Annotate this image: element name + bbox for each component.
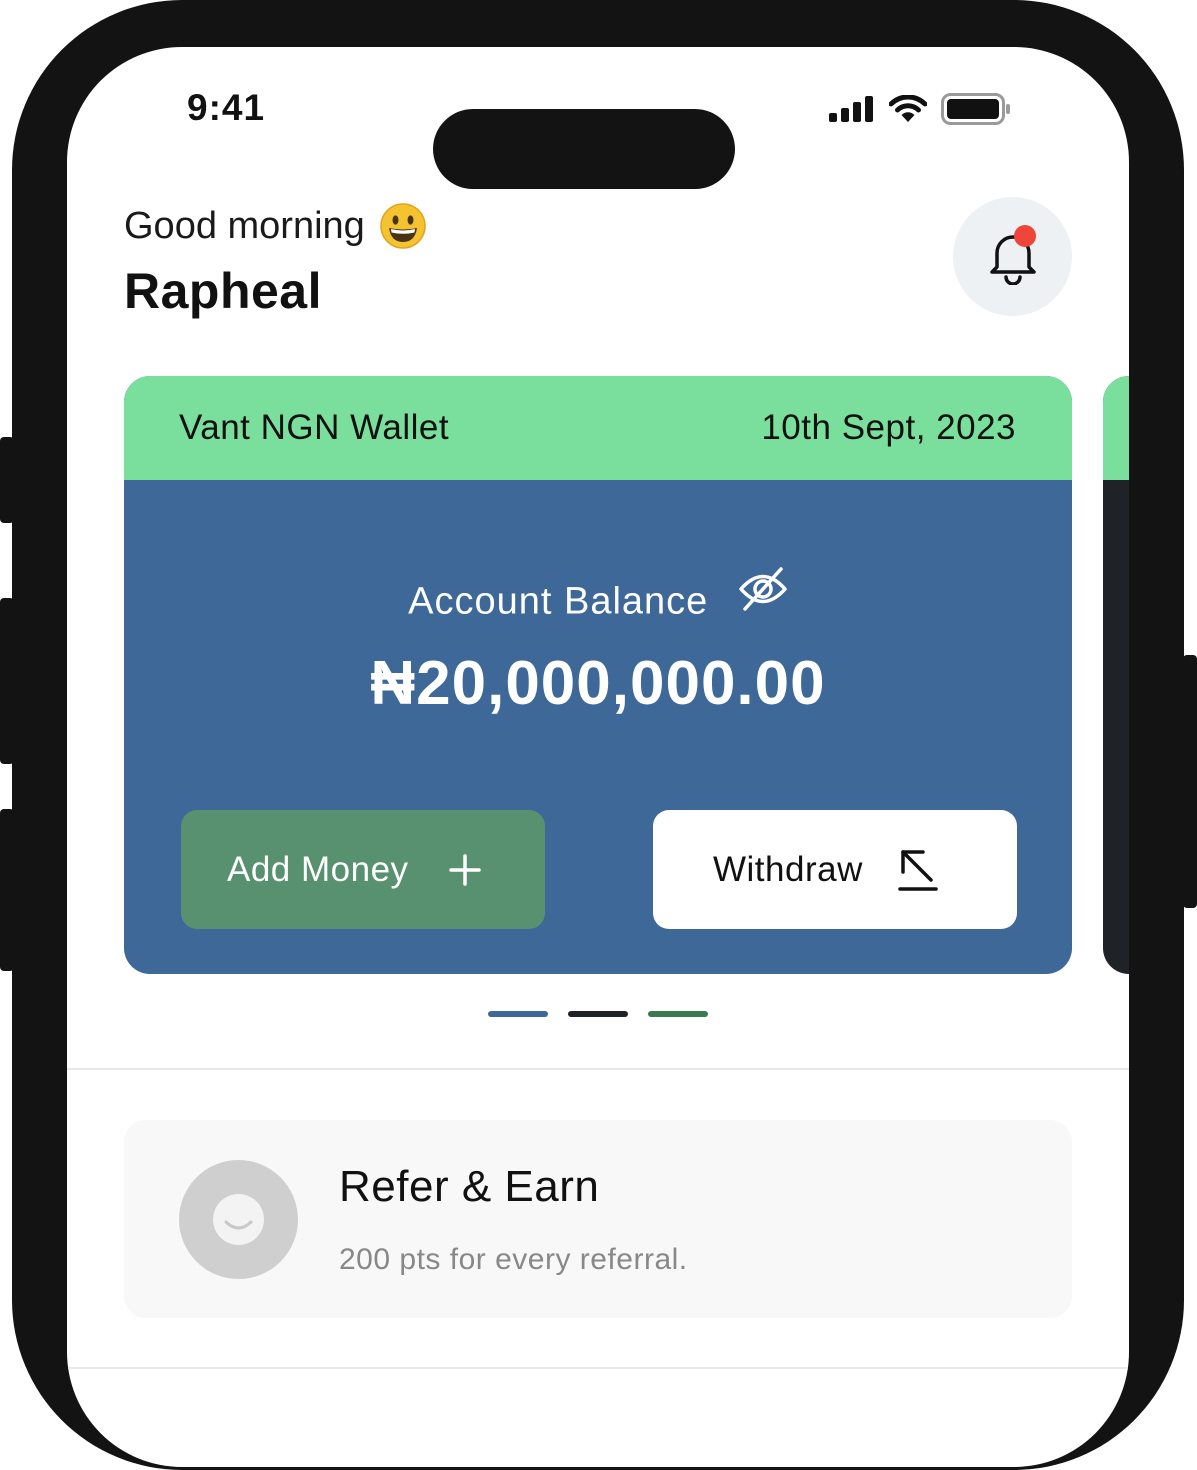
wallet-date: 10th Sept, 2023 [761, 408, 1016, 447]
notification-badge [1014, 225, 1036, 247]
next-wallet-card-peek[interactable] [1103, 376, 1129, 974]
status-time: 9:41 [187, 87, 266, 128]
balance-amount: ₦20,000,000.00 [370, 649, 826, 718]
wifi-icon [889, 95, 927, 122]
smile-icon [224, 1220, 253, 1230]
section-divider [67, 1367, 1129, 1369]
refer-earn-card[interactable]: Refer & Earn 200 pts for every referral. [124, 1120, 1072, 1318]
user-name: Rapheal [124, 263, 323, 319]
wallet-card-header: Vant NGN Wallet 10th Sept, 2023 [124, 376, 1072, 480]
next-wallet-card-header [1103, 376, 1129, 480]
carousel-dot-active[interactable] [488, 1011, 548, 1017]
withdraw-label: Withdraw [713, 849, 863, 889]
refer-avatar-face [213, 1194, 264, 1245]
carousel-dot[interactable] [568, 1011, 628, 1017]
status-icons [829, 93, 1011, 125]
volume-up-button [0, 598, 14, 764]
balance-label-row: Account Balance [124, 566, 1072, 623]
plus-icon [448, 853, 481, 886]
screen: 9:41 Good morning Rapheal Vant NGN Walle… [67, 47, 1129, 1467]
greeting: Good morning [124, 202, 427, 250]
dynamic-island [433, 109, 735, 189]
volume-down-button [0, 809, 14, 971]
power-button [1183, 655, 1197, 908]
battery-icon [941, 93, 1010, 125]
greeting-text: Good morning [124, 204, 365, 247]
refer-subtitle: 200 pts for every referral. [339, 1243, 688, 1276]
arrow-up-left-icon [898, 849, 938, 891]
grinning-face-emoji-icon [380, 203, 426, 249]
section-divider [67, 1068, 1129, 1070]
carousel-dot[interactable] [648, 1011, 708, 1017]
add-money-button[interactable]: Add Money [181, 810, 545, 929]
wallet-name: Vant NGN Wallet [179, 408, 450, 447]
mute-switch [0, 437, 14, 523]
refer-avatar-icon [179, 1160, 298, 1279]
eye-slash-icon[interactable] [738, 566, 788, 612]
notifications-button[interactable] [953, 197, 1072, 316]
carousel-indicator [488, 1011, 708, 1017]
cellular-signal-icon [829, 96, 873, 122]
wallet-card[interactable]: Vant NGN Wallet 10th Sept, 2023 Account … [124, 376, 1072, 974]
add-money-label: Add Money [227, 849, 409, 889]
balance-label: Account Balance [408, 580, 709, 623]
withdraw-button[interactable]: Withdraw [653, 810, 1017, 929]
refer-title: Refer & Earn [339, 1162, 600, 1211]
